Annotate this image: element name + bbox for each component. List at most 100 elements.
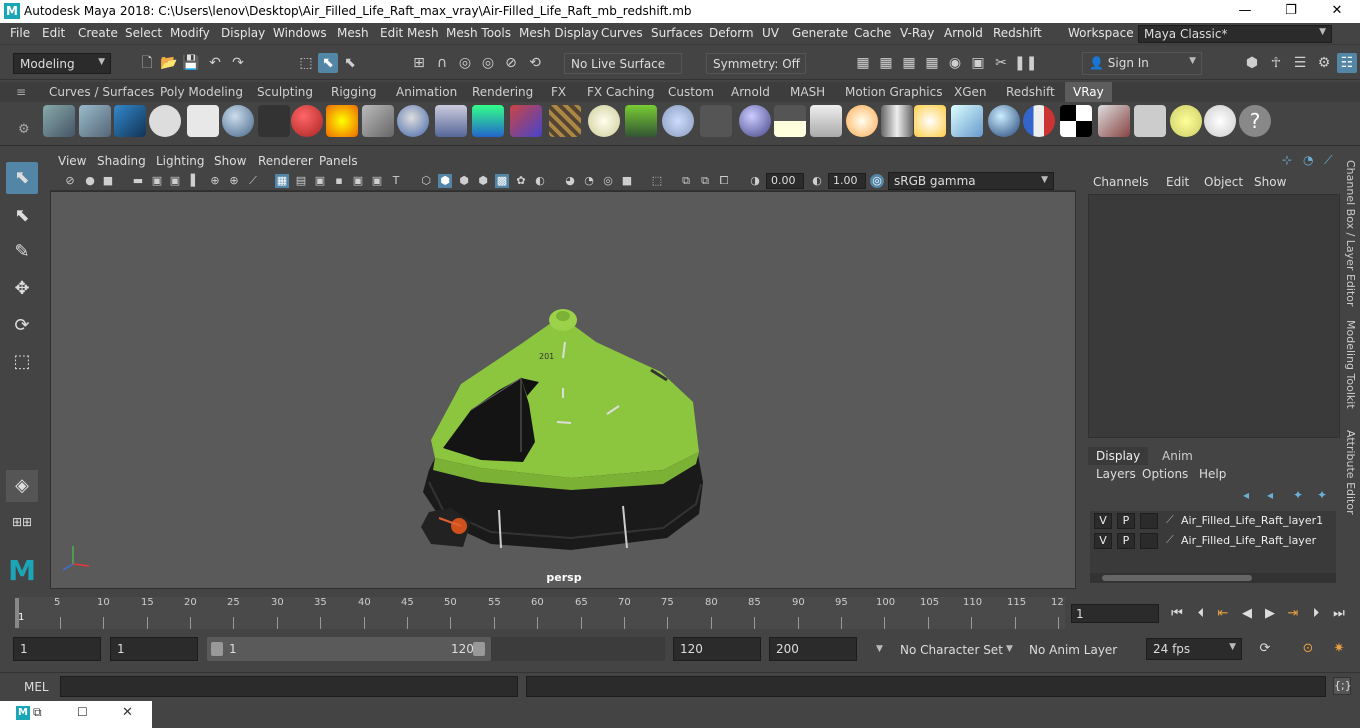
vray-sphere-icon[interactable]	[397, 105, 429, 137]
viewport-menu-panels[interactable]: Panels	[319, 154, 358, 168]
channelbox-menu-channels[interactable]: Channels	[1093, 175, 1149, 189]
symmetry-dropdown[interactable]: Symmetry: Off	[706, 53, 806, 74]
new-scene-icon[interactable]: 🗋	[137, 53, 157, 73]
shelf-tab-arnold[interactable]: Arnold	[731, 85, 770, 99]
menu-edit-mesh[interactable]: Edit Mesh	[380, 26, 439, 40]
close-mini-icon[interactable]: ✕	[122, 705, 133, 720]
live-surface-field[interactable]: No Live Surface	[564, 53, 682, 74]
menu-mesh-display[interactable]: Mesh Display	[519, 26, 599, 40]
step-forward-key-icon[interactable]: ⇥	[1284, 605, 1302, 623]
minimize-button[interactable]: —	[1222, 0, 1268, 23]
open-scene-icon[interactable]: 📂	[159, 53, 179, 73]
range-slider-track[interactable]	[491, 637, 665, 661]
layer-visibility-toggle[interactable]: V	[1094, 533, 1112, 549]
hud-icon[interactable]: T	[389, 174, 403, 188]
vray-volume-icon[interactable]	[472, 105, 504, 137]
menu-mesh[interactable]: Mesh	[337, 26, 369, 40]
camera-attr-icon[interactable]: ■	[101, 174, 115, 188]
safe-action-icon[interactable]: ▪	[332, 174, 346, 188]
four-pane-layout-icon[interactable]: ⊞⊞	[6, 506, 38, 538]
snap-point-icon[interactable]: ◎	[455, 53, 475, 73]
lasso-tool-icon[interactable]: ⬉	[6, 200, 38, 232]
menu-modify[interactable]: Modify	[170, 26, 210, 40]
image-plane-icon[interactable]: ▣	[150, 174, 164, 188]
vray-grass-icon[interactable]	[625, 105, 657, 137]
exposure-field[interactable]: 0.00	[766, 173, 804, 189]
menu-windows[interactable]: Windows	[273, 26, 327, 40]
move-layer-up-icon[interactable]: ◂	[1243, 488, 1249, 502]
layer-row[interactable]: V P ⟋ Air_Filled_Life_Raft_layer	[1090, 531, 1336, 551]
channel-box-shapes-icon[interactable]: ◔	[1303, 153, 1313, 167]
animation-start-field[interactable]: 1	[13, 637, 101, 661]
channelbox-menu-object[interactable]: Object	[1204, 175, 1243, 189]
anim-prefs-icon[interactable]: ✷	[1330, 640, 1348, 658]
layer-visibility-toggle[interactable]: V	[1094, 513, 1112, 529]
layer-tab-anim[interactable]: Anim	[1154, 447, 1201, 465]
step-back-key-icon[interactable]: ⇤	[1214, 605, 1232, 623]
layer-menu-layers[interactable]: Layers	[1096, 467, 1136, 481]
restore-button[interactable]: ❐	[1268, 0, 1314, 23]
shelf-menu-icon[interactable]: ≡	[16, 85, 26, 99]
render-settings-icon[interactable]: ▦	[922, 53, 942, 73]
sign-in-button[interactable]: 👤 Sign In ▼	[1082, 52, 1202, 75]
vray-light-dome-icon[interactable]	[774, 105, 806, 137]
shadows-icon[interactable]: ✿	[514, 174, 528, 188]
shelf-tab-curves-surfaces[interactable]: Curves / Surfaces	[49, 85, 154, 99]
new-layer-selected-icon[interactable]: ✦	[1317, 488, 1327, 502]
vray-omni-icon[interactable]	[846, 105, 878, 137]
vray-render-icon[interactable]	[1098, 105, 1130, 137]
shelf-tab-xgen[interactable]: XGen	[954, 85, 987, 99]
anti-aliasing-icon[interactable]: ◔	[582, 174, 596, 188]
layer-list-empty-area[interactable]	[1090, 551, 1336, 573]
menu-file[interactable]: File	[10, 26, 30, 40]
vray-proxy-icon[interactable]	[510, 105, 542, 137]
vray-particles-icon[interactable]	[662, 105, 694, 137]
vray-grid-icon[interactable]	[1134, 105, 1166, 137]
range-start-handle[interactable]	[211, 642, 223, 656]
hypershade-icon[interactable]: ◉	[945, 53, 965, 73]
vray-batch-icon[interactable]	[79, 105, 111, 137]
undo-icon[interactable]: ↶	[205, 53, 225, 73]
vray-fire-icon[interactable]	[326, 105, 358, 137]
vray-light-icon[interactable]	[222, 105, 254, 137]
help-icon[interactable]: ?	[1239, 105, 1271, 137]
minimized-window[interactable]: M ⧉ ☐ ✕	[0, 701, 152, 728]
playback-end-field[interactable]: 120	[673, 637, 761, 661]
render-sequence-icon[interactable]: ▦	[876, 53, 896, 73]
play-backwards-icon[interactable]: ◀	[1238, 605, 1256, 623]
select-component-icon[interactable]: ⬉	[340, 53, 360, 73]
scrollbar-thumb[interactable]	[1102, 575, 1252, 581]
menu-arnold[interactable]: Arnold	[944, 26, 983, 40]
snap-curve-icon[interactable]: ∩	[432, 53, 452, 73]
vray-sun-icon[interactable]	[914, 105, 946, 137]
shelf-tab-redshift[interactable]: Redshift	[1006, 85, 1055, 99]
layer-playback-toggle[interactable]: P	[1117, 533, 1135, 549]
field-chart-icon[interactable]: ▣	[313, 174, 327, 188]
vray-sphere-light-icon[interactable]	[988, 105, 1020, 137]
use-all-lights-icon[interactable]: ▩	[495, 174, 509, 188]
vray-color-icon[interactable]	[1023, 105, 1055, 137]
title-safe-icon[interactable]: ▣	[370, 174, 384, 188]
shelf-tab-motion-graphics[interactable]: Motion Graphics	[845, 85, 943, 99]
character-set-dropdown[interactable]: No Character Set	[900, 643, 1003, 657]
vray-ies-icon[interactable]	[881, 105, 913, 137]
vray-dome-icon[interactable]	[588, 105, 620, 137]
animation-end-field[interactable]: 200	[769, 637, 857, 661]
save-scene-icon[interactable]: 💾	[181, 53, 201, 73]
vray-plane-icon[interactable]	[362, 105, 394, 137]
snap-grid-icon[interactable]: ⊞	[409, 53, 429, 73]
2d-pan-zoom-icon[interactable]: ▣	[168, 174, 182, 188]
play-forwards-icon[interactable]: ▶	[1261, 605, 1279, 623]
vray-fur-icon[interactable]	[435, 105, 467, 137]
pause-icon[interactable]: ❚❚	[1014, 53, 1037, 73]
layer-playback-toggle[interactable]: P	[1117, 513, 1135, 529]
attribute-editor-icon[interactable]: ☰	[1290, 53, 1310, 73]
backface-icon[interactable]: ⧠	[717, 174, 731, 188]
paint-select-icon[interactable]: ✎	[6, 236, 38, 268]
maximize-mini-icon[interactable]: ☐	[77, 705, 88, 719]
script-language-label[interactable]: MEL	[24, 680, 49, 694]
wireframe-grid-icon[interactable]: ▦	[275, 174, 289, 188]
step-back-frame-icon[interactable]: ⏴	[1192, 605, 1210, 623]
snap-view-icon[interactable]: ◎	[478, 53, 498, 73]
channel-box-icon[interactable]: ☷	[1337, 53, 1357, 73]
